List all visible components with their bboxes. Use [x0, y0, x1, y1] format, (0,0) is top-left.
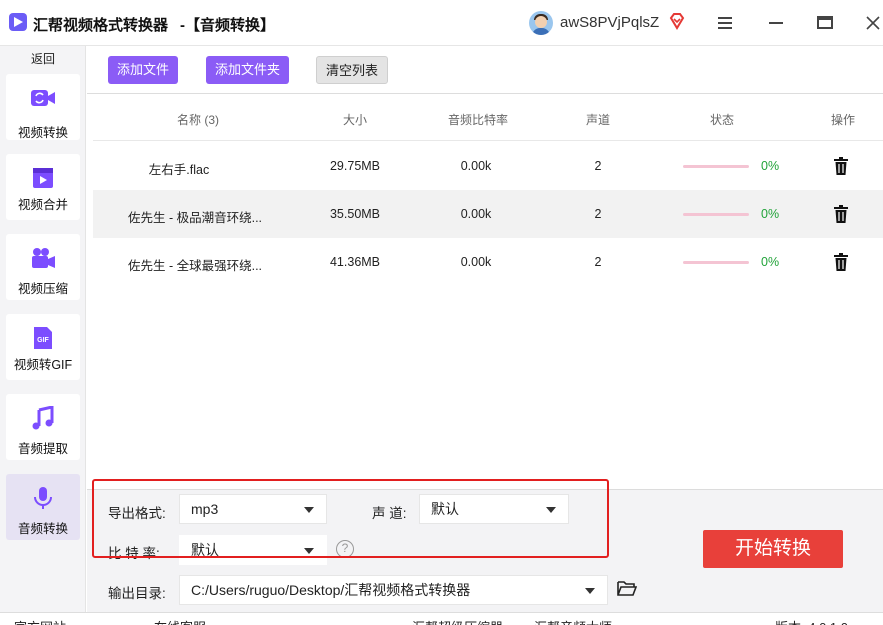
sidebar: 返回 视频转换 视频合并 视频压缩 GIF 视频转GIF 音频提取 音频转换 — [0, 46, 86, 625]
status-bar: 官方网站 在线客服 汇帮超级压缩器 汇帮音频大师 版本: 4.0.1.0 — [0, 612, 883, 625]
column-size: 大小 — [342, 113, 367, 127]
maximize-icon[interactable] — [812, 10, 838, 36]
trash-icon[interactable] — [833, 157, 849, 175]
file-bitrate: 0.00k — [460, 159, 492, 173]
sidebar-item-label: 视频合并 — [17, 198, 68, 212]
online-support-link[interactable]: 在线客服 — [154, 617, 206, 625]
file-name: 佐先生 - 全球最强环绕... — [128, 259, 263, 273]
music-note-icon — [32, 406, 54, 430]
trash-icon[interactable] — [833, 205, 849, 223]
app-name: 汇帮视频格式转换器 — [33, 17, 169, 34]
table-row[interactable]: 佐先生 - 全球最强环绕... 41.36MB 0.00k 2 0% — [93, 238, 883, 286]
column-channels: 声道 — [585, 113, 610, 127]
sidebar-item-audio-extract[interactable]: 音频提取 — [6, 394, 80, 460]
video-merge-icon — [33, 168, 53, 188]
table-row[interactable]: 左右手.flac 29.75MB 0.00k 2 0% — [93, 142, 883, 190]
progress-bar — [683, 213, 749, 216]
sidebar-item-video-convert[interactable]: 视频转换 — [6, 74, 80, 140]
compressor-link[interactable]: 汇帮超级压缩器 — [412, 617, 503, 625]
column-status: 状态 — [709, 113, 734, 127]
username[interactable]: awS8PVjPqlsZ — [560, 14, 659, 31]
file-name: 佐先生 - 极品潮音环绕... — [128, 211, 263, 225]
file-bitrate: 0.00k — [460, 207, 492, 221]
output-dir-value: C:/Users/ruguo/Desktop/汇帮视频格式转换器 — [191, 582, 471, 598]
progress-percent: 0% — [761, 255, 780, 269]
trash-icon[interactable] — [833, 253, 849, 271]
menu-icon[interactable] — [712, 10, 738, 36]
minimize-icon[interactable] — [763, 10, 789, 36]
start-convert-button[interactable]: 开始转换 — [703, 530, 843, 568]
back-button[interactable]: 返回 — [0, 50, 86, 68]
sidebar-item-label: 视频转GIF — [13, 358, 73, 372]
svg-text:GIF: GIF — [37, 337, 49, 344]
window-title: 汇帮视频格式转换器 -【音频转换】 — [33, 14, 275, 35]
chevron-down-icon — [585, 588, 595, 594]
table-row[interactable]: 佐先生 - 极品潮音环绕... 35.50MB 0.00k 2 0% — [93, 190, 883, 238]
page-subtitle: -【音频转换】 — [180, 17, 276, 34]
file-channels: 2 — [594, 207, 602, 221]
file-size: 29.75MB — [329, 159, 381, 173]
version-label: 版本: 4.0.1.0 — [775, 617, 848, 625]
avatar[interactable] — [529, 11, 553, 35]
vip-diamond-icon[interactable] — [668, 12, 686, 30]
file-name: 左右手.flac — [148, 163, 210, 177]
title-bar: 汇帮视频格式转换器 -【音频转换】 awS8PVjPqlsZ — [0, 0, 883, 46]
file-size: 35.50MB — [329, 207, 381, 221]
clear-list-button[interactable]: 清空列表 — [316, 56, 389, 84]
column-bitrate: 音频比特率 — [447, 113, 508, 127]
close-icon[interactable] — [860, 10, 883, 36]
microphone-icon — [34, 487, 52, 509]
progress-bar — [683, 165, 749, 168]
video-convert-icon — [31, 90, 55, 106]
output-label: 输出目录: — [108, 586, 166, 601]
sidebar-item-label: 视频压缩 — [17, 282, 68, 296]
add-folder-button[interactable]: 添加文件夹 — [206, 56, 290, 84]
highlight-box — [92, 479, 609, 558]
progress-percent: 0% — [761, 207, 780, 221]
file-bitrate: 0.00k — [460, 255, 492, 269]
sidebar-item-audio-convert[interactable]: 音频转换 — [6, 474, 80, 540]
sidebar-item-label: 音频转换 — [17, 522, 68, 536]
column-actions: 操作 — [830, 113, 855, 127]
output-dir-select[interactable]: C:/Users/ruguo/Desktop/汇帮视频格式转换器 — [179, 575, 608, 605]
gif-icon: GIF — [34, 327, 52, 349]
sidebar-item-label: 音频提取 — [17, 442, 68, 456]
folder-open-icon[interactable] — [617, 580, 637, 596]
table-header: 名称 (3) 大小 音频比特率 声道 状态 操作 — [93, 95, 883, 141]
file-channels: 2 — [594, 255, 602, 269]
column-name: 名称 (3) — [176, 113, 219, 127]
audio-master-link[interactable]: 汇帮音频大师 — [534, 617, 612, 625]
file-size: 41.36MB — [329, 255, 381, 269]
file-channels: 2 — [594, 159, 602, 173]
sidebar-item-label: 视频转换 — [17, 126, 68, 140]
official-site-link[interactable]: 官方网站 — [14, 617, 66, 625]
video-compress-icon — [32, 248, 55, 268]
add-file-button[interactable]: 添加文件 — [108, 56, 179, 84]
sidebar-item-video-compress[interactable]: 视频压缩 — [6, 234, 80, 300]
toolbar: 添加文件 添加文件夹 清空列表 — [87, 46, 883, 94]
sidebar-item-video-merge[interactable]: 视频合并 — [6, 154, 80, 220]
app-logo-icon — [9, 13, 27, 31]
sidebar-item-video-gif[interactable]: GIF 视频转GIF — [6, 314, 80, 380]
progress-bar — [683, 261, 749, 264]
progress-percent: 0% — [761, 159, 780, 173]
